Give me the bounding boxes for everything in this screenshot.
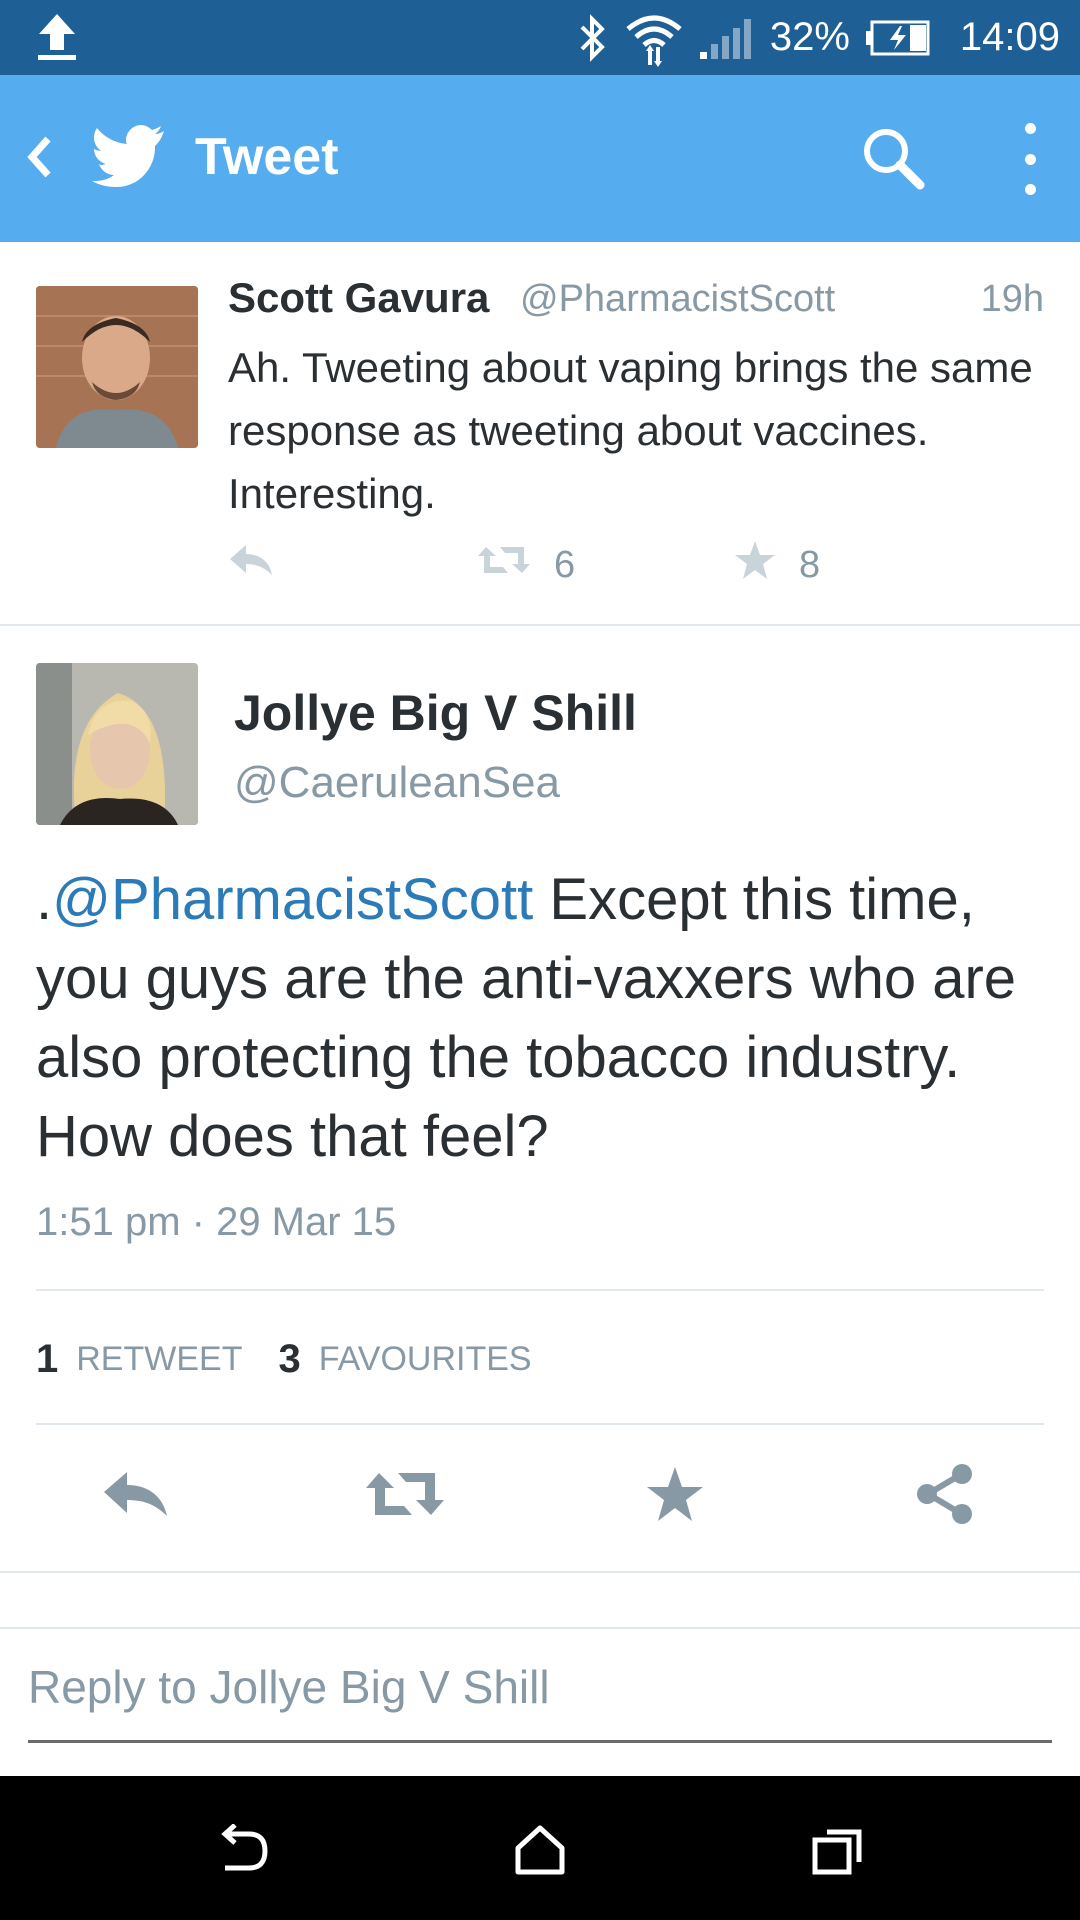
tweet-time: 19h (980, 278, 1044, 320)
app-bar: Tweet (0, 75, 1080, 242)
battery-percent: 32% (769, 15, 850, 59)
tweet-date: 1:51 pm · 29 Mar 15 (36, 1200, 397, 1244)
divider (0, 1627, 1080, 1629)
reply-icon (101, 1469, 169, 1524)
retweet-count: 6 (554, 543, 576, 586)
twitter-bird-icon (92, 123, 166, 192)
divider (36, 1289, 1044, 1291)
bluetooth-icon (576, 13, 610, 63)
reply-input[interactable]: Reply to Jollye Big V Shill (28, 1660, 1052, 1714)
retweet-icon (364, 1469, 446, 1524)
favourite-icon (645, 1465, 705, 1528)
tweet-actions: 6 8 (228, 540, 928, 590)
tweet-prefix: . (36, 867, 53, 932)
author-name[interactable]: Scott Gavura (228, 274, 489, 322)
clock: 14:09 (959, 15, 1060, 59)
tweet-text: Ah. Tweeting about vaping brings the sam… (228, 344, 1033, 517)
retweet-button[interactable] (362, 1460, 448, 1532)
author-name[interactable]: Jollye Big V Shill (234, 684, 637, 742)
signal-icon (698, 16, 756, 60)
search-icon[interactable] (860, 125, 926, 196)
upload-icon (34, 12, 80, 67)
divider (36, 1423, 1044, 1425)
parent-tweet[interactable]: Scott Gavura @PharmacistScott 19h Ah. Tw… (0, 242, 1080, 626)
retweet-label[interactable]: RETWEET (76, 1340, 242, 1379)
favourite-button[interactable]: 8 (733, 540, 820, 590)
tweet-stats: 1 RETWEET 3 FAVOURITES (36, 1334, 550, 1384)
battery-icon (864, 19, 932, 57)
status-bar: 32% 14:09 (0, 0, 1080, 75)
nav-recents-icon[interactable] (804, 1820, 874, 1880)
favourite-count: 8 (799, 543, 821, 586)
mention-link[interactable]: @PharmacistScott (52, 867, 533, 932)
favourite-button[interactable] (640, 1460, 710, 1532)
page-title: Tweet (195, 128, 339, 186)
retweet-icon (476, 543, 532, 587)
author-handle[interactable]: @PharmacistScott (520, 278, 835, 321)
navigation-bar (0, 1776, 1080, 1920)
more-icon[interactable] (1010, 123, 1050, 195)
retweet-count[interactable]: 1 (36, 1337, 58, 1382)
favourite-icon (733, 539, 777, 591)
back-icon[interactable] (20, 127, 60, 187)
avatar[interactable] (36, 286, 198, 448)
wifi-icon (624, 9, 684, 67)
favourite-label[interactable]: FAVOURITES (319, 1340, 532, 1379)
divider (0, 1571, 1080, 1573)
share-button[interactable] (910, 1460, 980, 1532)
favourite-count[interactable]: 3 (278, 1337, 300, 1382)
tweet-text: .@PharmacistScott Except this time, you … (36, 860, 1056, 1176)
retweet-button[interactable]: 6 (476, 540, 575, 590)
tweet-actions (0, 1460, 1080, 1532)
nav-home-icon[interactable] (505, 1820, 575, 1880)
nav-back-icon[interactable] (206, 1820, 276, 1880)
avatar[interactable] (36, 663, 198, 825)
reply-button[interactable] (100, 1460, 170, 1532)
share-icon (914, 1463, 976, 1530)
reply-input-underline (28, 1740, 1052, 1743)
reply-icon (228, 543, 274, 587)
author-handle[interactable]: @CaeruleanSea (234, 758, 560, 808)
reply-button[interactable] (228, 540, 274, 590)
